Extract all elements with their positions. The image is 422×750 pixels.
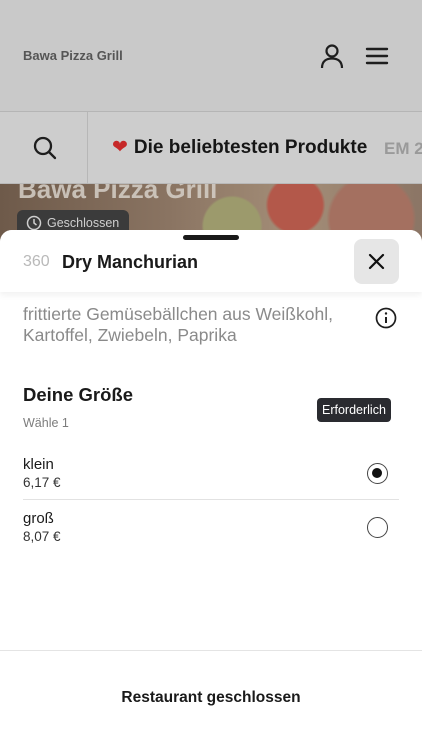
option-price: 8,07 €	[23, 529, 61, 544]
option-label: groß	[23, 510, 54, 527]
category-tab-label: Die beliebtesten Produkte	[133, 137, 368, 158]
radio-button-selected[interactable]	[367, 463, 388, 484]
hero-title: Bawa Pizza Grill	[18, 184, 218, 204]
size-option-klein[interactable]: klein 6,17 €	[23, 450, 399, 500]
product-sheet: 360 Dry Manchurian frittierte Gemüsebäll…	[0, 230, 422, 750]
close-button[interactable]	[354, 239, 399, 284]
sheet-header: 360 Dry Manchurian	[0, 230, 422, 292]
hamburger-menu-icon[interactable]	[364, 44, 390, 68]
item-name: Dry Manchurian	[62, 252, 199, 272]
required-badge: Erforderlich	[317, 398, 391, 422]
user-icon[interactable]	[318, 42, 346, 70]
search-button[interactable]	[0, 112, 88, 184]
item-number: 360	[23, 253, 50, 270]
option-group-title: Deine Größe	[23, 384, 133, 405]
info-icon[interactable]	[375, 307, 397, 329]
radio-button[interactable]	[367, 517, 388, 538]
option-group-subtitle: Wähle 1	[23, 416, 69, 430]
brand-name[interactable]: Bawa Pizza Grill	[23, 48, 123, 63]
app-header: Bawa Pizza Grill	[0, 0, 422, 112]
item-description: frittierte Gemüsebällchen aus Weißkohl, …	[23, 304, 333, 345]
clock-icon	[26, 215, 42, 231]
option-price: 6,17 €	[23, 475, 61, 490]
sheet-drag-handle[interactable]	[183, 235, 239, 240]
close-icon	[368, 253, 385, 270]
heart-icon: ❤	[112, 137, 128, 158]
category-tab-active[interactable]: ❤ Die beliebtesten Produkte	[112, 136, 367, 159]
footer-button-label: Restaurant geschlossen	[121, 689, 301, 706]
category-nav: ❤ Die beliebtesten Produkte EM 2	[0, 112, 422, 184]
status-label: Geschlossen	[47, 216, 120, 230]
size-option-gross[interactable]: groß 8,07 €	[23, 504, 399, 554]
category-tab-next[interactable]: EM 2	[384, 139, 422, 159]
option-label: klein	[23, 456, 54, 473]
search-icon	[33, 136, 57, 160]
restaurant-closed-button[interactable]: Restaurant geschlossen	[0, 651, 422, 750]
